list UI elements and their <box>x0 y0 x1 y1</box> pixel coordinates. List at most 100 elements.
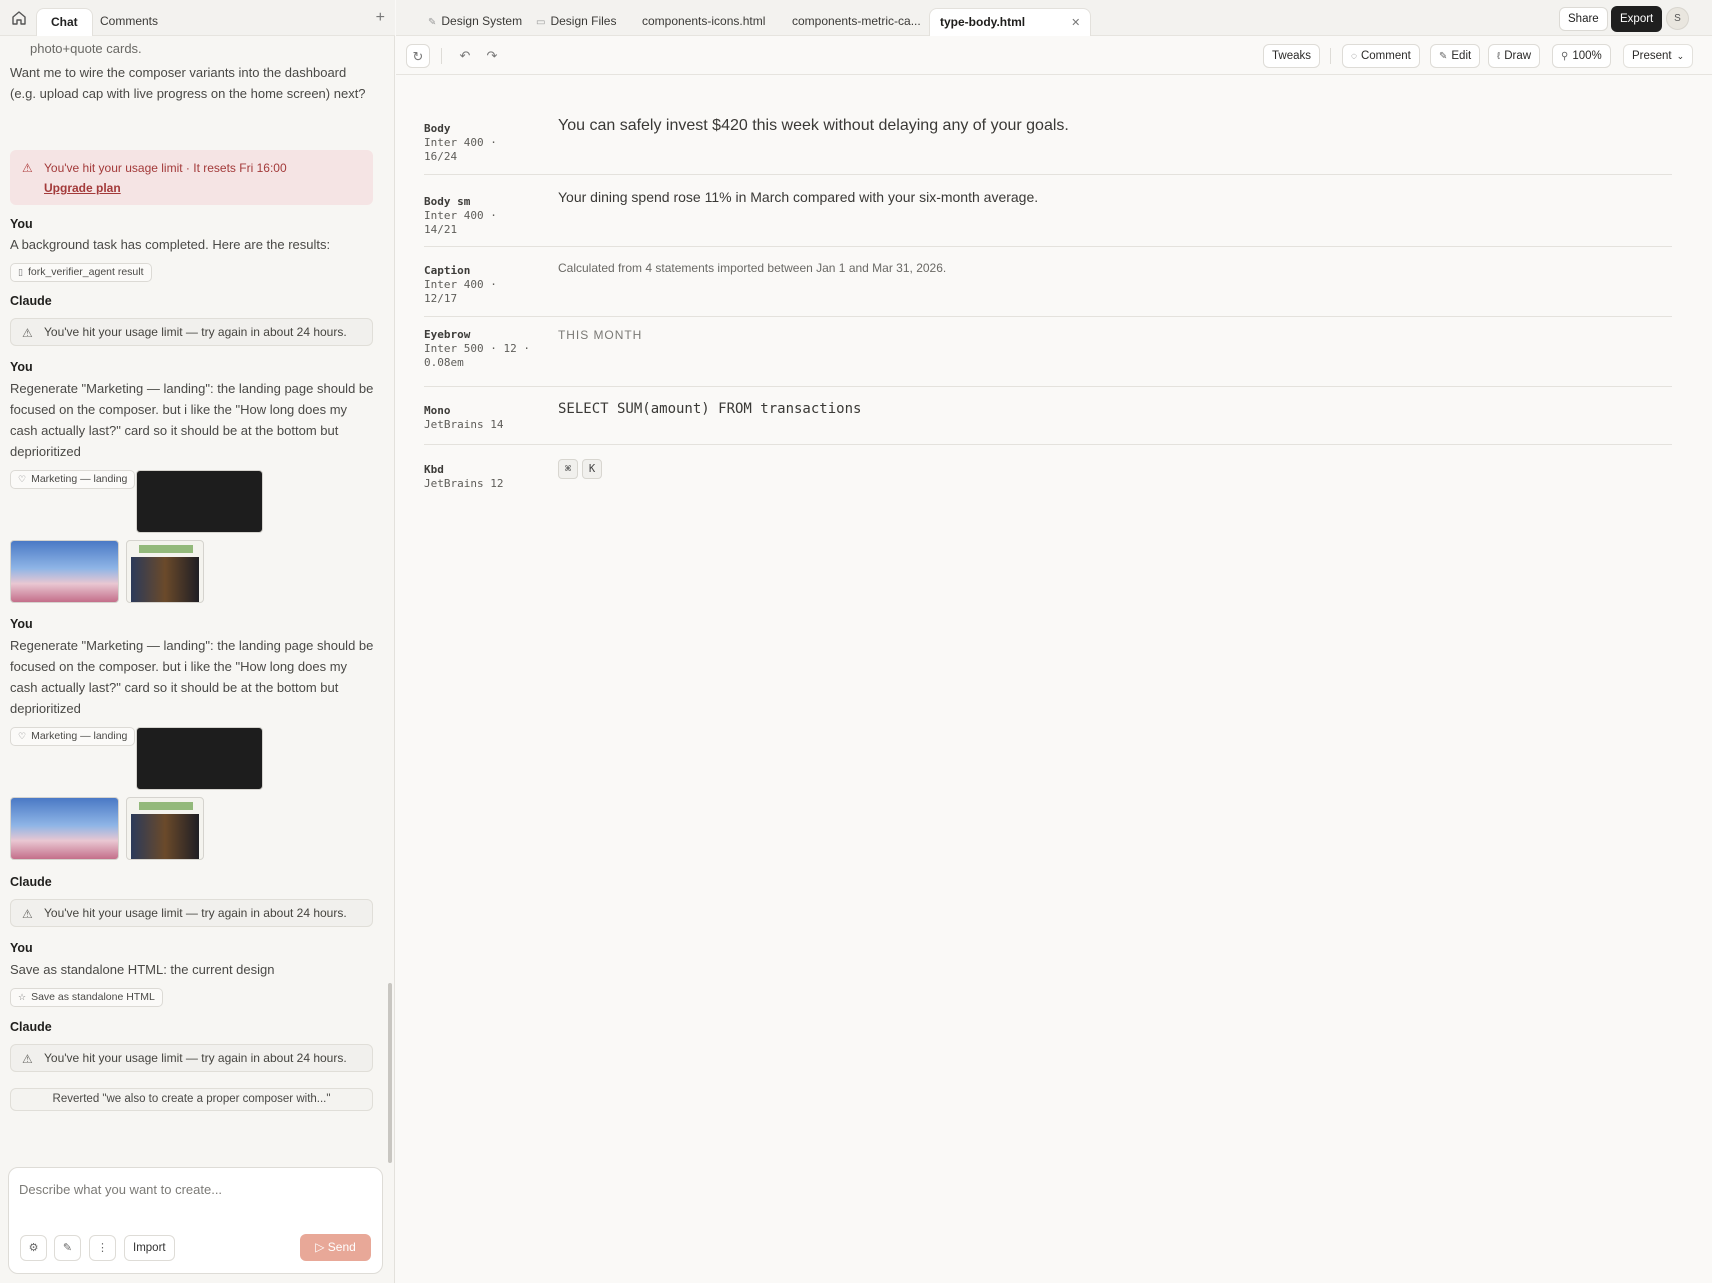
reverted-notice[interactable]: Reverted "we also to create a proper com… <box>10 1088 373 1111</box>
sender-you: You <box>10 360 33 374</box>
brush-icon: ℓ <box>1497 51 1501 62</box>
composer: ⚙ ✎ ⋮ Import ▷ Send <box>8 1167 383 1274</box>
notice-text: You've hit your usage limit — try again … <box>44 325 347 339</box>
usage-limit-banner: ⚠ You've hit your usage limit · It reset… <box>10 150 373 205</box>
tab-design-system[interactable]: ✎ Design System <box>418 8 532 36</box>
kbd-key: ⌘ <box>558 459 578 479</box>
tab-components-icons[interactable]: components-icons.html <box>632 8 775 36</box>
draw-button[interactable]: ℓ Draw <box>1488 44 1541 68</box>
settings-icon[interactable]: ⚙ <box>20 1235 47 1261</box>
thumbnail-heading <box>139 802 193 810</box>
warning-icon: ⚠ <box>22 1052 33 1066</box>
type-meta: Inter 400 · 12/17 <box>424 278 497 305</box>
sender-claude: Claude <box>10 1020 52 1034</box>
kbd-key: K <box>582 459 602 479</box>
prompt-input[interactable] <box>19 1178 369 1200</box>
edit-button[interactable]: ✎ Edit <box>1430 44 1481 68</box>
message-text: A background task has completed. Here ar… <box>10 237 331 252</box>
screenshot-thumbnail[interactable] <box>136 470 263 533</box>
type-name: Caption <box>424 264 471 277</box>
home-icon[interactable] <box>10 9 28 27</box>
warning-icon: ⚠ <box>22 907 33 921</box>
zoom-label: 100% <box>1572 50 1602 62</box>
message-text: Save as standalone HTML: the current des… <box>10 962 275 977</box>
folder-icon: ▭ <box>536 17 546 28</box>
present-button[interactable]: Present ⌄ <box>1623 44 1694 68</box>
usage-limit-notice: ⚠ You've hit your usage limit — try again… <box>10 318 373 346</box>
type-specimen-canvas: Body Inter 400 · 16/24 You can safely in… <box>396 75 1712 1283</box>
new-chat-plus-icon[interactable]: + <box>376 9 385 27</box>
draw-label: Draw <box>1504 50 1532 62</box>
type-name: Body sm <box>424 195 471 208</box>
type-name: Mono <box>424 404 451 417</box>
attachment-chip-label: Save as standalone HTML <box>31 991 155 1003</box>
screenshot-thumbnail[interactable] <box>10 540 119 603</box>
redo-icon[interactable]: ↷ <box>480 44 504 68</box>
comment-button[interactable]: ◌ Comment <box>1342 44 1420 68</box>
send-button[interactable]: ▷ Send <box>300 1234 371 1261</box>
usage-limit-notice: ⚠ You've hit your usage limit — try again… <box>10 1044 373 1072</box>
type-row-body-sm: Body sm Inter 400 · 14/21 Your dining sp… <box>424 175 1672 247</box>
refresh-icon[interactable]: ↻ <box>406 44 430 68</box>
magnifier-icon: ⚲ <box>1561 51 1569 62</box>
import-button[interactable]: Import <box>124 1235 175 1261</box>
chat-panel: Chat Comments + photo+quote cards. Want … <box>0 0 395 1283</box>
pencil-icon: ✎ <box>1439 51 1448 62</box>
type-meta: JetBrains 14 <box>424 418 504 431</box>
attachment-chip-label: fork_verifier_agent result <box>27 266 144 278</box>
tab-comments[interactable]: Comments <box>86 8 172 36</box>
comment-label: Comment <box>1360 50 1411 62</box>
tab-components-metric-cards[interactable]: components-metric-ca... <box>782 8 931 36</box>
screenshot-thumbnail[interactable] <box>10 797 119 860</box>
tab-label: type-body.html <box>940 15 1026 29</box>
tab-chat[interactable]: Chat <box>36 8 93 36</box>
export-button[interactable]: Export <box>1611 6 1663 32</box>
type-row-mono: Mono JetBrains 14 SELECT SUM(amount) FRO… <box>424 387 1672 445</box>
attachment-chip[interactable]: ▯ fork_verifier_agent result <box>10 263 152 282</box>
tweaks-button[interactable]: Tweaks <box>1263 44 1320 68</box>
undo-icon[interactable]: ↶ <box>453 44 477 68</box>
divider <box>1330 48 1331 64</box>
thumbnail-heading <box>139 545 193 553</box>
pen-icon: ✎ <box>428 17 437 28</box>
type-row-kbd: Kbd JetBrains 12 ⌘ K <box>424 445 1672 505</box>
type-meta: Inter 400 · 14/21 <box>424 209 497 236</box>
attachment-chip[interactable]: ♡ Marketing — landing <box>10 470 136 489</box>
document-icon: ▯ <box>18 267 23 277</box>
tab-design-files[interactable]: ▭ Design Files <box>526 8 626 36</box>
type-sample: THIS MONTH <box>558 328 643 342</box>
attachment-chip-label: Marketing — landing <box>31 473 128 485</box>
message-text: Want me to wire the composer variants in… <box>10 65 366 101</box>
type-meta: Inter 400 · 16/24 <box>424 136 497 163</box>
chat-scrollbar[interactable] <box>388 983 392 1163</box>
type-meta: JetBrains 12 <box>424 477 504 490</box>
microphone-icon[interactable]: ⋮ <box>89 1235 116 1261</box>
sender-you: You <box>10 217 33 231</box>
upgrade-plan-link[interactable]: Upgrade plan <box>44 181 121 195</box>
attachment-chip[interactable]: ☆ Save as standalone HTML <box>10 988 163 1007</box>
screenshot-thumbnail[interactable] <box>126 797 204 860</box>
type-name: Eyebrow <box>424 328 471 341</box>
zoom-button[interactable]: ⚲ 100% <box>1552 44 1611 68</box>
screenshot-thumbnail[interactable] <box>126 540 204 603</box>
close-icon[interactable]: ✕ <box>1071 17 1080 29</box>
notice-text: You've hit your usage limit — try again … <box>44 906 347 920</box>
comment-icon: ◌ <box>1351 51 1357 62</box>
edit-label: Edit <box>1451 50 1472 62</box>
tab-type-body[interactable]: type-body.html ✕ <box>929 8 1092 36</box>
sender-claude: Claude <box>10 294 52 308</box>
type-row-body: Body Inter 400 · 16/24 You can safely in… <box>424 111 1672 175</box>
pin-icon: ♡ <box>18 474 27 484</box>
avatar[interactable]: S <box>1666 7 1689 30</box>
attachment-chip[interactable]: ♡ Marketing — landing <box>10 727 136 746</box>
preview-panel: ✎ Design System ▭ Design Files components-… <box>396 0 1712 1283</box>
usage-limit-text: You've hit your usage limit · It resets … <box>44 161 287 175</box>
type-row-caption: Caption Inter 400 · 12/17 Calculated fro… <box>424 247 1672 317</box>
warning-icon: ⚠ <box>22 326 33 340</box>
message-text: Regenerate "Marketing — landing": the la… <box>10 638 374 716</box>
send-label: Send <box>327 1240 356 1254</box>
share-button[interactable]: Share <box>1559 7 1608 31</box>
message-text-tail: photo+quote cards. <box>30 41 142 56</box>
screenshot-thumbnail[interactable] <box>136 727 263 790</box>
attach-paperclip-icon[interactable]: ✎ <box>54 1235 81 1261</box>
